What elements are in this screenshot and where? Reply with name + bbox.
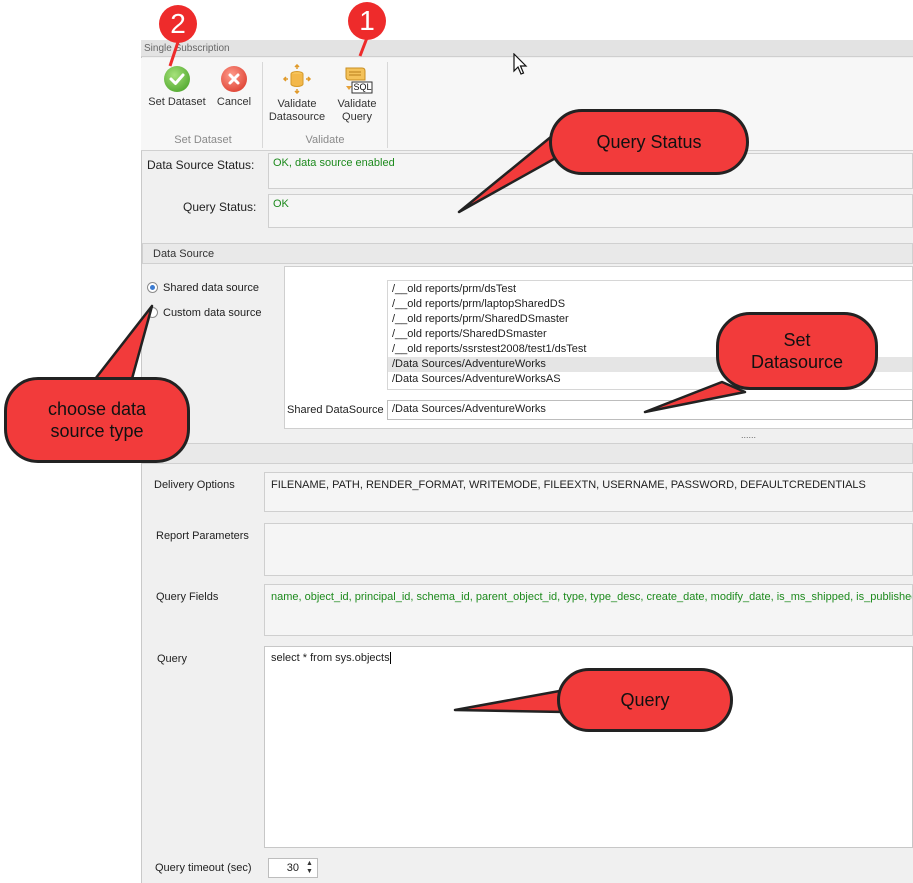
arrow-choose-type bbox=[90, 304, 154, 388]
callout-set-datasource: Set Datasource bbox=[716, 312, 878, 390]
arrow-set-datasource bbox=[643, 380, 747, 414]
callout-query-status: Query Status bbox=[549, 109, 749, 175]
step-badge-2: 2 bbox=[159, 5, 197, 43]
step-badge-1: 1 bbox=[348, 2, 386, 40]
arrow-query bbox=[453, 688, 567, 714]
callout-query: Query bbox=[557, 668, 733, 732]
callout-choose-data-source-type: choose data source type bbox=[4, 377, 190, 463]
